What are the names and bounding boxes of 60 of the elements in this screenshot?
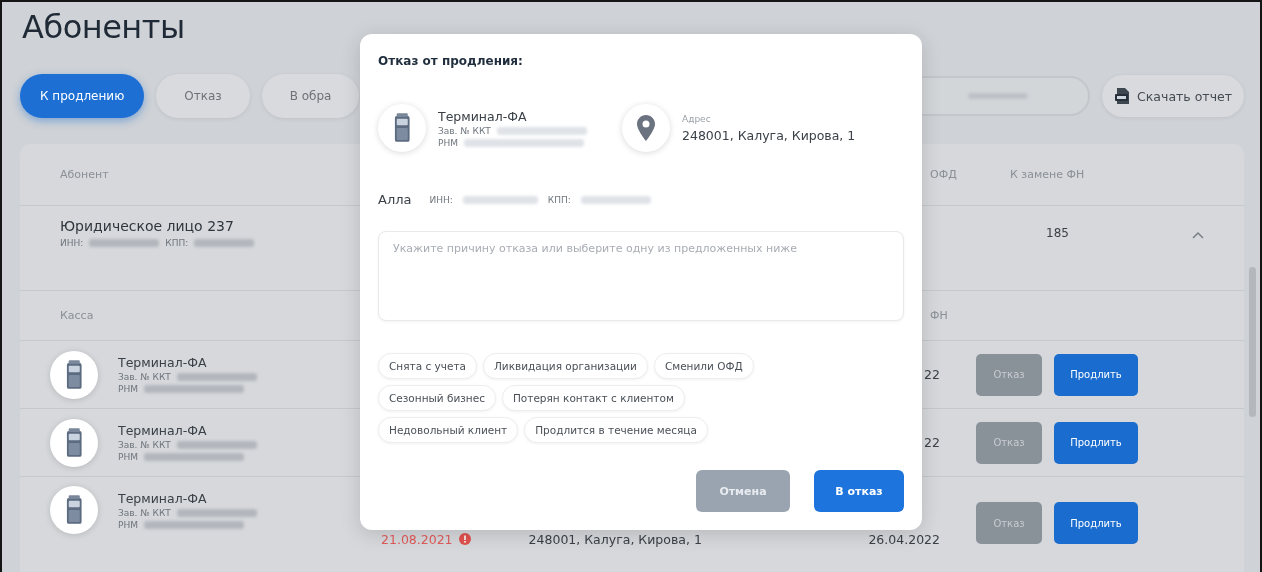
reason-chip[interactable]: Продлится в течение месяца	[524, 417, 708, 443]
expiry-date: 21.08.2021	[381, 531, 453, 547]
device-name: Терминал-ФА	[118, 423, 208, 438]
terminal-icon	[65, 359, 83, 390]
renew-button[interactable]: Продлить	[1054, 502, 1138, 544]
device-name: Терминал-ФА	[118, 355, 208, 370]
rnm-label: РНМ	[438, 137, 458, 148]
alert-icon	[458, 533, 471, 545]
rnm-label: РНМ	[118, 452, 138, 462]
device-name: Терминал-ФА	[438, 108, 528, 124]
serial-label: Зав. № ККТ	[438, 125, 491, 136]
replacement-count: 185	[1046, 226, 1069, 240]
terminal-icon	[65, 427, 83, 458]
location-pin-icon	[637, 115, 655, 141]
renew-button[interactable]: Продлить	[1054, 353, 1138, 396]
tab[interactable]: К продлению	[20, 74, 145, 118]
address: 248001, Калуга, Кирова, 1	[528, 531, 702, 547]
inn-label: ИНН:	[429, 194, 453, 205]
redacted-bar	[194, 239, 255, 247]
fn-date: 22	[924, 367, 940, 382]
fn-date: 22	[924, 435, 940, 450]
company-name: Юридическое лицо 237	[60, 218, 235, 234]
reason-chip[interactable]: Сезонный бизнес	[378, 385, 496, 411]
column-header: ФН	[930, 309, 948, 322]
column-header: ОФД	[930, 168, 957, 181]
download-report-button[interactable]: Скачать отчет	[1102, 75, 1244, 117]
renew-button[interactable]: Продлить	[1054, 421, 1138, 464]
reason-chip[interactable]: Ликвидация организации	[482, 353, 648, 379]
inn-label: ИНН:	[60, 238, 84, 248]
reason-chip[interactable]: Снята с учета	[378, 353, 477, 379]
address-label: Адрес	[682, 113, 712, 124]
serial-label: Зав. № ККТ	[118, 372, 171, 382]
rnm-label: РНМ	[118, 384, 138, 394]
terminal-icon	[65, 495, 83, 525]
reason-chip[interactable]: Сменили ОФД	[653, 353, 754, 379]
page-title: Абоненты	[22, 8, 186, 46]
chevron-up-icon[interactable]	[1192, 230, 1204, 239]
redacted-bar	[89, 239, 160, 247]
reason-chip[interactable]: Недовольный клиент	[378, 417, 519, 443]
address: 248001, Калуга, Кирова, 1	[682, 127, 856, 143]
terminal-icon	[393, 113, 411, 143]
device-name: Терминал-ФА	[118, 490, 208, 506]
serial-label: Зав. № ККТ	[118, 440, 171, 450]
fn-date: 26.04.2022	[868, 531, 940, 547]
submit-button[interactable]: В отказ	[814, 470, 904, 512]
dialog-title: Отказ от продления:	[378, 54, 524, 68]
tab[interactable]: В обра	[261, 74, 360, 118]
tab[interactable]: Отказ	[156, 74, 250, 118]
serial-label: Зав. № ККТ	[118, 507, 171, 518]
column-header: К замене ФН	[1010, 168, 1085, 181]
reason-chip[interactable]: Потерян контакт с клиентом	[501, 385, 685, 411]
kpp-label: КПП:	[547, 194, 571, 205]
reason-field[interactable]: Укажите причину отказа или выберите одну из предложенных ниже	[378, 231, 904, 321]
column-header: Касса	[60, 309, 94, 322]
scrollbar[interactable]	[1249, 267, 1256, 417]
kpp-label: КПП:	[165, 238, 189, 248]
column-header: Абонент	[60, 168, 109, 181]
redacted-bar	[580, 195, 651, 204]
rnm-label: РНМ	[118, 519, 138, 530]
client-name: Алла	[378, 192, 412, 207]
